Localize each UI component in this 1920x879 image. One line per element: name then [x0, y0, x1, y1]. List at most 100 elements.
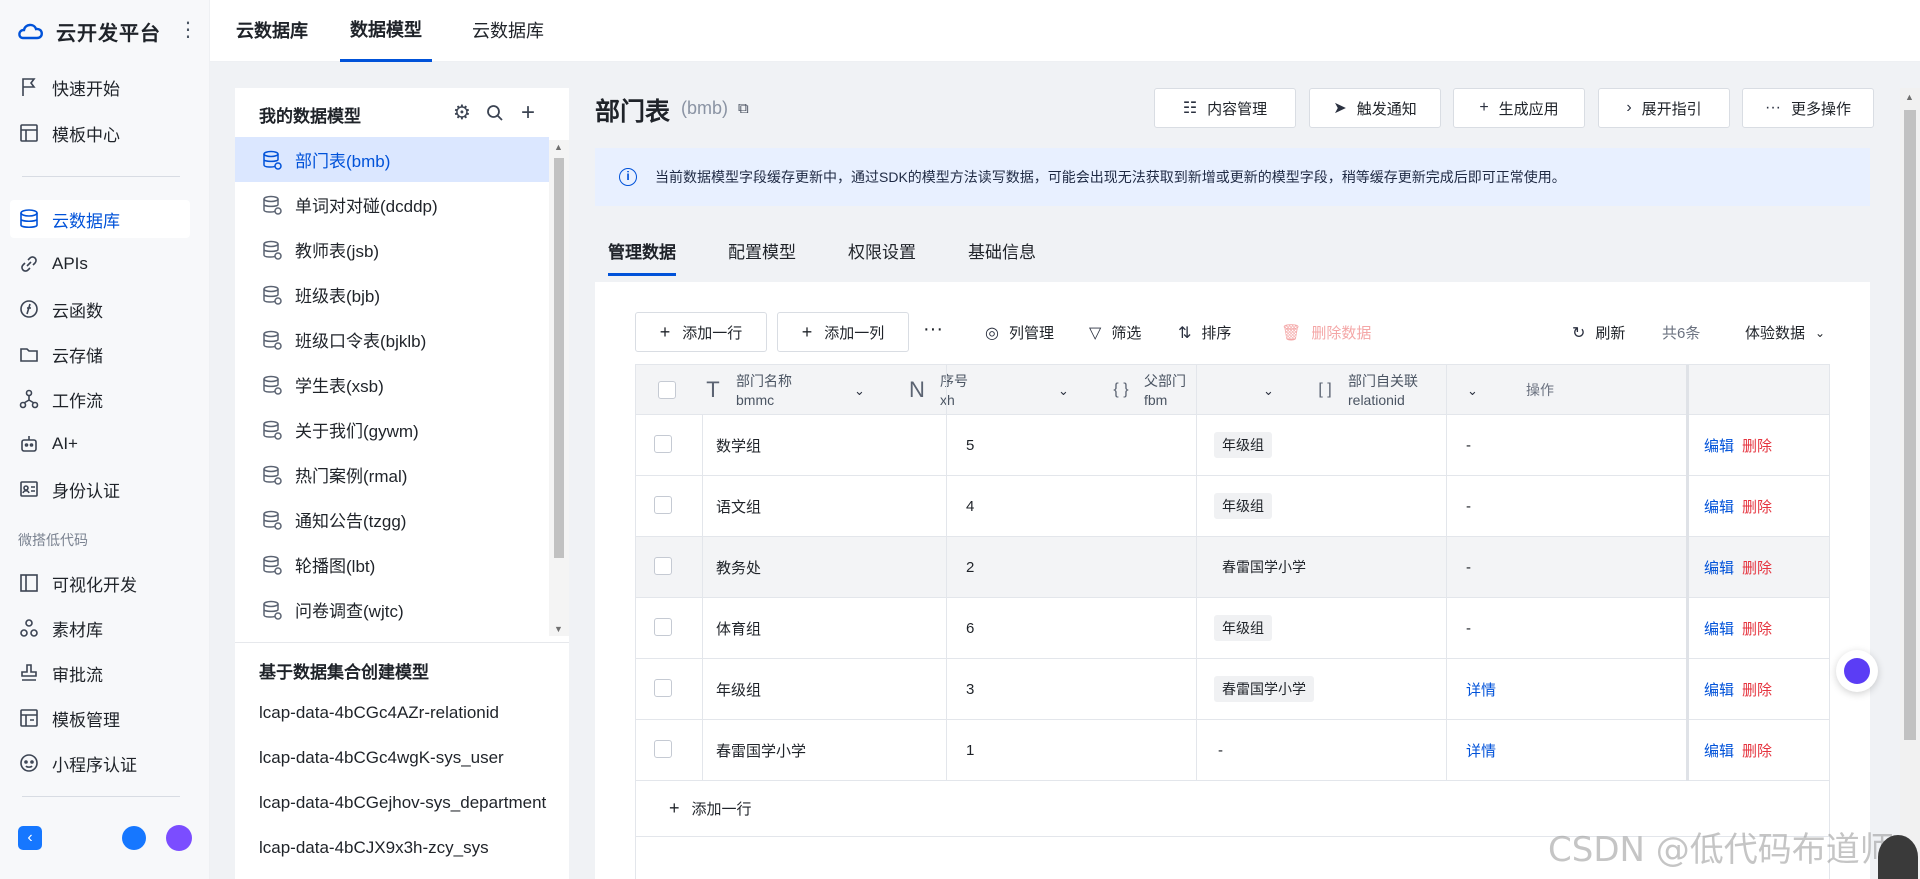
scrollbar-thumb[interactable] — [554, 158, 564, 558]
table-row[interactable]: 数学组 5 年级组 - 编辑 删除 — [636, 415, 1829, 476]
row-checkbox[interactable] — [654, 557, 672, 575]
model-item[interactable]: 班级表(bjb) — [235, 272, 549, 317]
cell-fbm[interactable]: 年级组 — [1214, 476, 1272, 536]
column-manage-button[interactable]: ◎ 列管理 — [985, 322, 1054, 343]
scroll-up-icon[interactable]: ▲ — [1905, 92, 1914, 102]
nav-item-visual-dev[interactable]: 可视化开发 — [10, 564, 190, 602]
select-all-checkbox[interactable] — [658, 381, 676, 399]
edit-link[interactable]: 编辑 — [1704, 557, 1734, 578]
delete-link[interactable]: 删除 — [1742, 496, 1772, 517]
model-item[interactable]: 热门案例(rmal) — [235, 452, 549, 497]
sort-button[interactable]: ⇅ 排序 — [1178, 322, 1231, 343]
model-item[interactable]: 教师表(jsb) — [235, 227, 549, 272]
dataset-item[interactable]: lcap-data-4bCGc4AZr-relationid — [259, 703, 549, 723]
nav-item-ai-plus[interactable]: AI+ — [10, 425, 190, 463]
column-header-bmmc[interactable]: T 部门名称 bmmc — [702, 365, 792, 415]
delete-link[interactable]: 删除 — [1742, 679, 1772, 700]
more-toolbar-icon[interactable]: ··· — [923, 318, 943, 341]
table-row[interactable]: 春雷国学小学 1 - 详情 编辑 删除 — [636, 720, 1829, 781]
nav-item-cloud-functions[interactable]: 云函数 — [10, 290, 190, 328]
table-row[interactable]: 体育组 6 年级组 - 编辑 删除 — [636, 598, 1829, 659]
table-row[interactable]: 语文组 4 年级组 - 编辑 删除 — [636, 476, 1829, 537]
add-model-icon[interactable]: + — [517, 101, 539, 125]
row-checkbox[interactable] — [654, 679, 672, 697]
edit-link[interactable]: 编辑 — [1704, 679, 1734, 700]
nav-item-template-center[interactable]: 模板中心 — [10, 114, 190, 152]
edit-link[interactable]: 编辑 — [1704, 618, 1734, 639]
edit-link[interactable]: 编辑 — [1704, 740, 1734, 761]
cell-bmmc[interactable]: 教务处 — [716, 537, 761, 597]
tab-basic-info[interactable]: 基础信息 — [968, 238, 1036, 276]
add-row-button[interactable]: + 添加一行 — [635, 312, 767, 352]
cell-fbm[interactable]: 春雷国学小学 — [1214, 537, 1314, 597]
generate-app-button[interactable]: + 生成应用 — [1453, 88, 1585, 128]
cell-fbm[interactable]: 春雷国学小学 — [1214, 659, 1314, 719]
tab-config-model[interactable]: 配置模型 — [728, 238, 796, 276]
cell-relationid[interactable]: - — [1466, 537, 1471, 597]
column-header-relationid[interactable]: [ ] 部门自关联 relationid — [1314, 365, 1418, 415]
tab-permissions[interactable]: 权限设置 — [848, 238, 916, 276]
model-item[interactable]: 学生表(xsb) — [235, 362, 549, 407]
filter-button[interactable]: ▽ 筛选 — [1089, 322, 1141, 343]
user-icon[interactable] — [122, 826, 146, 850]
table-row[interactable]: 年级组 3 春雷国学小学 详情 编辑 删除 — [636, 659, 1829, 720]
dataset-item[interactable]: lcap-data-4bCJX9x3h-zcy_sys — [259, 838, 549, 858]
refresh-button[interactable]: ↻ 刷新 — [1572, 322, 1625, 343]
nav-item-template-manage[interactable]: 模板管理 — [10, 699, 190, 737]
scroll-down-icon[interactable]: ▼ — [554, 624, 563, 634]
search-icon[interactable] — [484, 102, 506, 124]
model-item[interactable]: 通知公告(tzgg) — [235, 497, 549, 542]
floating-assistant-button[interactable] — [1836, 650, 1878, 692]
add-column-button[interactable]: + 添加一列 — [777, 312, 909, 352]
nav-item-quickstart[interactable]: 快速开始 — [10, 68, 190, 106]
row-checkbox[interactable] — [654, 435, 672, 453]
cell-bmmc[interactable]: 数学组 — [716, 415, 761, 475]
model-item[interactable]: 轮播图(lbt) — [235, 542, 549, 587]
nav-item-identity[interactable]: 身份认证 — [10, 470, 190, 508]
tab-data-model[interactable]: 数据模型 — [340, 0, 432, 62]
cell-relationid[interactable]: - — [1466, 476, 1471, 536]
delete-link[interactable]: 删除 — [1742, 740, 1772, 761]
edit-link[interactable]: 编辑 — [1704, 496, 1734, 517]
env-select[interactable]: 体验数据 ⌄ — [1745, 322, 1825, 343]
more-actions-button[interactable]: ··· 更多操作 — [1742, 88, 1874, 128]
tab-cloud-database[interactable]: 云数据库 — [472, 0, 544, 62]
assistant-icon[interactable] — [166, 825, 192, 851]
cell-xh[interactable]: 3 — [966, 659, 974, 719]
more-vertical-icon[interactable]: ⋮ — [178, 20, 198, 40]
edit-link[interactable]: 编辑 — [1704, 435, 1734, 456]
model-item[interactable]: 班级口令表(bjklb) — [235, 317, 549, 362]
table-row[interactable]: 教务处 2 春雷国学小学 - 编辑 删除 — [636, 537, 1829, 598]
row-checkbox[interactable] — [654, 496, 672, 514]
content-manage-button[interactable]: ☷ 内容管理 — [1154, 88, 1296, 128]
scroll-up-icon[interactable]: ▲ — [554, 142, 563, 152]
cell-xh[interactable]: 2 — [966, 537, 974, 597]
cell-xh[interactable]: 4 — [966, 476, 974, 536]
scrollbar-thumb[interactable] — [1904, 110, 1916, 740]
model-item[interactable]: 关于我们(gywm) — [235, 407, 549, 452]
nav-item-workflow[interactable]: 工作流 — [10, 380, 190, 418]
column-header-xh[interactable]: N 序号 xh — [906, 365, 968, 415]
nav-item-approval[interactable]: 审批流 — [10, 654, 190, 692]
page-scrollbar[interactable]: ▲ — [1900, 88, 1920, 879]
cell-relationid[interactable]: - — [1466, 415, 1471, 475]
nav-item-cloud-database[interactable]: 云数据库 — [10, 200, 190, 238]
dataset-item[interactable]: lcap-data-4bCGc4wgK-sys_user — [259, 748, 549, 768]
chevron-down-icon[interactable]: ⌄ — [1058, 383, 1069, 399]
copy-icon[interactable]: ⧉ — [738, 100, 749, 117]
nav-item-miniprogram-auth[interactable]: 小程序认证 — [10, 744, 190, 782]
chevron-down-icon[interactable]: ⌄ — [1263, 383, 1274, 399]
tab-manage-data[interactable]: 管理数据 — [608, 238, 676, 276]
delete-link[interactable]: 删除 — [1742, 557, 1772, 578]
collapse-sidebar-icon[interactable]: ‹ — [18, 826, 42, 850]
cell-fbm[interactable]: 年级组 — [1214, 415, 1272, 475]
model-item[interactable]: 单词对对碰(dcddp) — [235, 182, 549, 227]
trigger-notify-button[interactable]: ➤ 触发通知 — [1309, 88, 1441, 128]
delete-data-button[interactable]: 🗑 删除数据 — [1281, 322, 1371, 343]
cell-bmmc[interactable]: 体育组 — [716, 598, 761, 658]
detail-link[interactable]: 详情 — [1466, 720, 1496, 780]
delete-link[interactable]: 删除 — [1742, 618, 1772, 639]
row-checkbox[interactable] — [654, 618, 672, 636]
cell-relationid[interactable]: - — [1466, 598, 1471, 658]
column-header-fbm[interactable]: { } 父部门 fbm — [1110, 365, 1186, 415]
